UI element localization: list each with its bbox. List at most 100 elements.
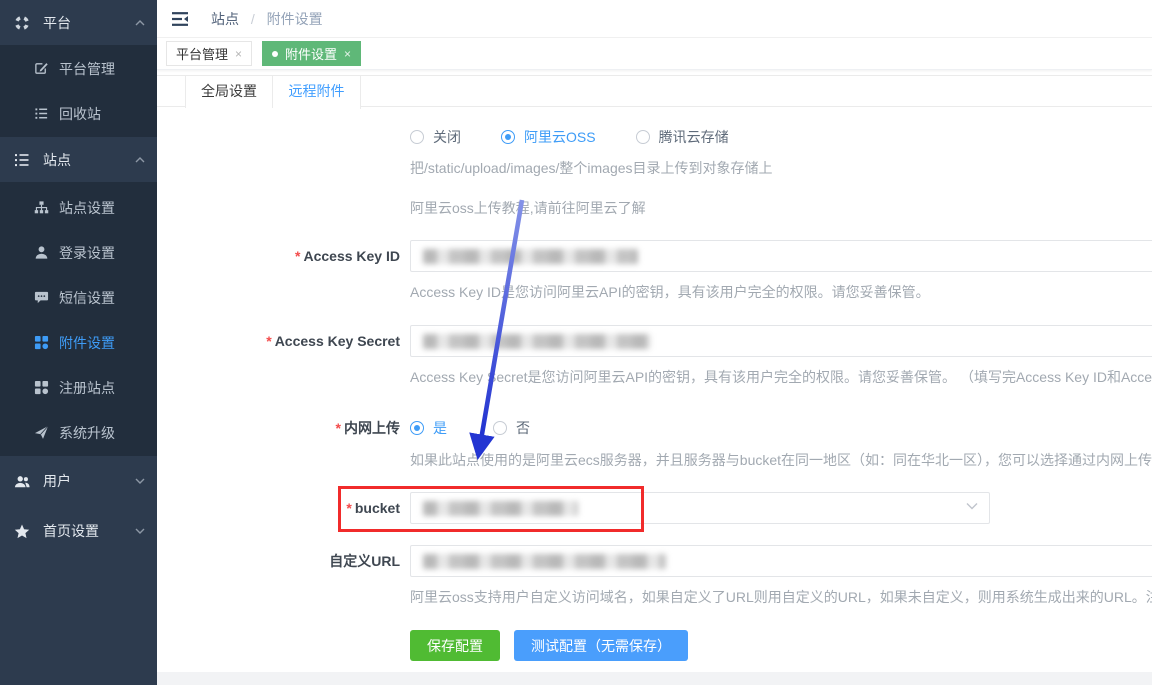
radio-label: 阿里云OSS	[524, 127, 596, 147]
top-header-bar: 站点 / 附件设置	[157, 0, 1152, 38]
chevron-up-icon	[135, 20, 145, 26]
access-key-secret-label: *Access Key Secret	[157, 325, 400, 357]
page-tab-label: 附件设置	[285, 44, 337, 63]
custom-url-input[interactable]	[410, 545, 1152, 577]
required-asterisk: *	[346, 500, 351, 516]
chevron-down-icon	[135, 478, 145, 484]
access-key-id-input[interactable]	[410, 240, 1152, 272]
redacted-value	[423, 249, 638, 264]
tab-label: 远程附件	[289, 83, 345, 99]
access-key-secret-row: *Access Key Secret	[157, 325, 1152, 357]
page-tab-attachment-settings[interactable]: 附件设置 ×	[262, 41, 361, 66]
sidebar-item-label: 回收站	[59, 104, 101, 124]
radio-aliyun-oss[interactable]: 阿里云OSS	[501, 127, 596, 147]
sidebar-item-recycle[interactable]: 回收站	[0, 91, 157, 136]
sidebar-item-label: 平台管理	[59, 59, 115, 79]
access-key-secret-helper: Access Key Secret是您访问阿里云API的密钥，具有该用户完全的权…	[410, 367, 1152, 387]
custom-url-helper: 阿里云oss支持用户自定义访问域名，如果自定义了URL则用自定义的URL，如果未…	[410, 587, 1152, 607]
radio-tencent-cos[interactable]: 腾讯云存储	[636, 127, 729, 147]
sidebar-item-platform-manage[interactable]: 平台管理	[0, 46, 157, 91]
radio-icon	[410, 130, 424, 144]
active-dot-icon	[272, 51, 278, 57]
intranet-upload-radio-group: 是 否	[410, 412, 576, 444]
radio-checked-icon	[410, 421, 424, 435]
sidebar-submenu-site: 站点设置 登录设置 短信设置 附件设置 注册站点	[0, 182, 157, 456]
chevron-up-icon	[135, 157, 145, 163]
platform-icon	[14, 15, 30, 31]
radio-close[interactable]: 关闭	[410, 127, 461, 147]
sidebar: 平台 平台管理 回收站 站点	[0, 0, 157, 685]
test-config-button[interactable]: 测试配置（无需保存）	[514, 630, 688, 661]
redacted-value	[423, 554, 666, 569]
chevron-down-icon	[966, 502, 978, 510]
radio-checked-icon	[501, 130, 515, 144]
sidebar-group-site[interactable]: 站点	[0, 137, 157, 182]
user-icon	[34, 245, 49, 260]
sidebar-item-label: 站点设置	[59, 198, 115, 218]
sidebar-item-label: 系统升级	[59, 423, 115, 443]
radio-icon	[636, 130, 650, 144]
list-icon	[34, 106, 49, 121]
radio-label: 腾讯云存储	[659, 127, 729, 147]
sidebar-item-login-settings[interactable]: 登录设置	[0, 230, 157, 275]
storage-type-radio-group: 关闭 阿里云OSS 腾讯云存储	[410, 127, 769, 147]
breadcrumb: 站点 / 附件设置	[211, 9, 323, 29]
access-key-id-helper: Access Key ID是您访问阿里云API的密钥，具有该用户完全的权限。请您…	[410, 282, 1152, 302]
grid-icon	[34, 335, 49, 350]
sidebar-item-sms-settings[interactable]: 短信设置	[0, 275, 157, 320]
upload-note: 把/static/upload/images/整个images目录上传到对象存储…	[410, 158, 773, 178]
radio-label: 关闭	[433, 127, 461, 147]
intranet-upload-row: *内网上传 是 否	[157, 412, 1152, 444]
redacted-value	[423, 501, 578, 516]
breadcrumb-page: 附件设置	[267, 11, 323, 27]
bucket-select[interactable]	[410, 492, 990, 524]
sitemap-icon	[34, 200, 49, 215]
attachment-settings-panel: 全局设置 远程附件 关闭 阿里云OSS 腾讯云存储 把/static/uploa…	[157, 70, 1152, 672]
intranet-upload-label: *内网上传	[157, 412, 400, 444]
menu-fold-icon[interactable]	[171, 11, 189, 27]
close-icon[interactable]: ×	[344, 47, 351, 61]
sidebar-submenu-platform: 平台管理 回收站	[0, 45, 157, 137]
breadcrumb-separator: /	[251, 11, 255, 27]
sidebar-group-users[interactable]: 用户	[0, 456, 157, 506]
sidebar-item-register-site[interactable]: 注册站点	[0, 365, 157, 410]
radio-yes[interactable]: 是	[410, 418, 447, 438]
custom-url-label: 自定义URL	[157, 545, 400, 577]
close-icon[interactable]: ×	[235, 47, 242, 61]
radio-icon	[493, 421, 507, 435]
sidebar-item-label: 登录设置	[59, 243, 115, 263]
edit-icon	[34, 61, 49, 76]
sidebar-group-label: 首页设置	[43, 521, 99, 541]
sidebar-item-label: 附件设置	[59, 333, 115, 353]
grid-icon	[34, 380, 49, 395]
radio-no[interactable]: 否	[493, 418, 530, 438]
save-config-button[interactable]: 保存配置	[410, 630, 500, 661]
sidebar-item-site-settings[interactable]: 站点设置	[0, 185, 157, 230]
users-icon	[14, 473, 30, 489]
page-tab-platform-manage[interactable]: 平台管理 ×	[166, 41, 252, 66]
form-actions: 保存配置 测试配置（无需保存）	[410, 630, 688, 661]
breadcrumb-section[interactable]: 站点	[211, 11, 239, 27]
sidebar-group-homepage[interactable]: 首页设置	[0, 506, 157, 556]
site-list-icon	[14, 152, 30, 168]
radio-label: 是	[433, 418, 447, 438]
bucket-row: *bucket	[157, 492, 1152, 524]
settings-tabs: 全局设置 远程附件	[157, 75, 1152, 107]
tutorial-note[interactable]: 阿里云oss上传教程,请前往阿里云了解	[410, 198, 646, 218]
sidebar-item-attachment-settings[interactable]: 附件设置	[0, 320, 157, 365]
chevron-down-icon	[135, 528, 145, 534]
radio-label: 否	[516, 418, 530, 438]
tab-remote-attachment[interactable]: 远程附件	[273, 76, 361, 109]
star-icon	[14, 523, 30, 539]
sidebar-group-label: 平台	[43, 13, 71, 33]
sidebar-item-system-upgrade[interactable]: 系统升级	[0, 410, 157, 455]
sidebar-group-label: 用户	[43, 471, 71, 491]
send-icon	[34, 425, 49, 440]
tab-global-settings[interactable]: 全局设置	[185, 76, 273, 108]
custom-url-row: 自定义URL	[157, 545, 1152, 577]
sidebar-item-label: 注册站点	[59, 378, 115, 398]
sidebar-group-platform[interactable]: 平台	[0, 0, 157, 45]
redacted-value	[423, 334, 651, 349]
access-key-secret-input[interactable]	[410, 325, 1152, 357]
tab-label: 全局设置	[201, 83, 257, 99]
